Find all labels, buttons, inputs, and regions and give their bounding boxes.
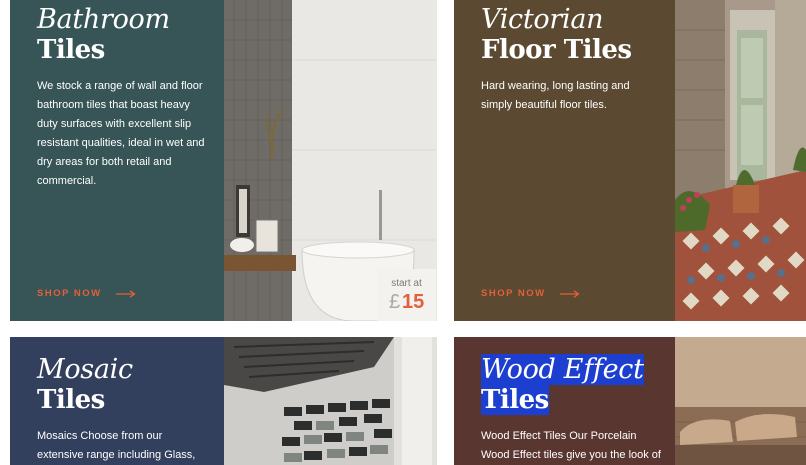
wood-effect-tiles-card[interactable]: Wood Effect Tiles Wood Effect Tiles Our …	[454, 337, 806, 465]
shop-now-label: SHOP NOW	[37, 288, 102, 299]
mosaic-tiles-card[interactable]: Mosaic Tiles Mosaics Choose from our ext…	[10, 337, 437, 465]
victorian-title-italic: Victorian	[481, 4, 604, 35]
victorian-card-panel: Victorian Floor Tiles Hard wearing, long…	[454, 0, 675, 321]
price-currency: £	[389, 291, 401, 313]
victorian-title-bold: Floor Tiles	[481, 35, 632, 65]
mosaic-image	[224, 337, 437, 465]
arrow-right-icon	[115, 289, 136, 298]
wood-title-bold: Tiles	[481, 385, 549, 415]
wood-title-italic: Wood Effect	[481, 354, 644, 385]
shop-now-label: SHOP NOW	[481, 288, 546, 299]
bathroom-tiles-card[interactable]: Bathroom Tiles We stock a range of wall …	[10, 0, 437, 321]
mosaic-title-bold: Tiles	[37, 385, 105, 415]
bathroom-title-bold: Tiles	[37, 35, 105, 65]
bathroom-shop-now-link[interactable]: SHOP NOW	[37, 288, 136, 299]
wood-card-panel: Wood Effect Tiles Wood Effect Tiles Our …	[454, 337, 675, 465]
wood-title-bold-text: Tiles	[481, 385, 549, 415]
victorian-floor-tiles-card[interactable]: Victorian Floor Tiles Hard wearing, long…	[454, 0, 806, 321]
victorian-image	[675, 0, 806, 321]
price-amount: 15	[402, 291, 425, 313]
mosaic-title-italic: Mosaic	[37, 354, 133, 385]
victorian-shop-now-link[interactable]: SHOP NOW	[481, 288, 580, 299]
wood-title-italic-text: Wood Effect	[481, 354, 644, 385]
arrow-right-icon	[559, 289, 580, 298]
bathroom-title-italic: Bathroom	[37, 4, 170, 35]
price-start-label: start at	[391, 278, 422, 289]
bathroom-card-panel: Bathroom Tiles We stock a range of wall …	[10, 0, 224, 321]
mosaic-card-panel: Mosaic Tiles Mosaics Choose from our ext…	[10, 337, 224, 465]
bathroom-price-badge: start at £ 15	[377, 269, 436, 321]
wood-image	[675, 337, 806, 465]
wood-description: Wood Effect Tiles Our Porcelain Wood Eff…	[481, 430, 661, 461]
mosaic-description: Mosaics Choose from our extensive range …	[37, 430, 196, 461]
victorian-description: Hard wearing, long lasting and simply be…	[481, 80, 630, 111]
bathroom-description: We stock a range of wall and floor bathr…	[37, 80, 205, 187]
